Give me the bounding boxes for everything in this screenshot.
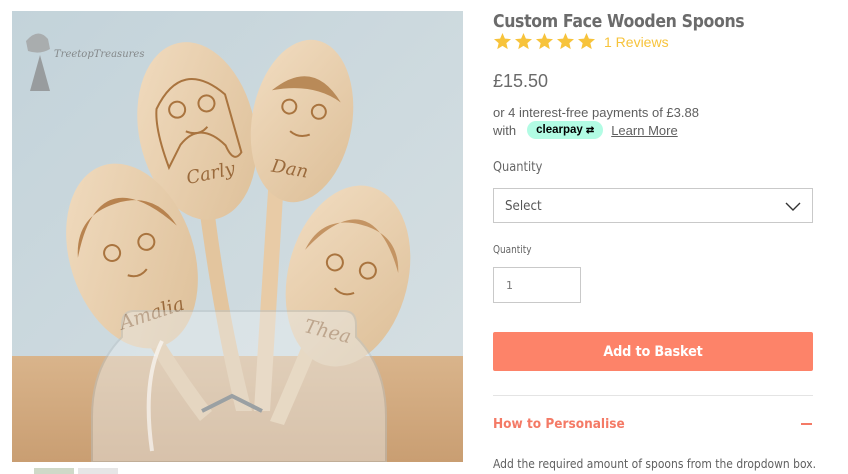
accordion-body: Add the required amount of spoons from t… [493,456,817,471]
clearpay-badge-label: clearpay [536,124,583,136]
add-to-basket-label: Add to Basket [603,343,703,360]
clearpay-with-label: with [493,122,517,138]
star-icon [557,33,574,50]
chevron-down-icon [785,202,801,211]
star-icon [515,33,532,50]
product-price: £15.50 [493,71,549,91]
glass-jar [91,310,387,462]
clearpay-row: with clearpay ⇄ Learn More [493,121,678,139]
clearpay-badge: clearpay ⇄ [527,121,604,139]
product-title: Custom Face Wooden Spoons [493,12,745,32]
quantity-input[interactable] [493,267,581,303]
add-to-basket-button[interactable]: Add to Basket [493,332,813,371]
star-icon [494,33,511,50]
quantity-select-value: Select [505,198,542,214]
product-image[interactable]: TreetopTreasures Carly Dan Amalia Thea [12,11,463,462]
quantity-label: Quantity [493,244,532,256]
accordion-title[interactable]: How to Personalise [493,416,625,432]
thumbnail-strip [34,468,124,474]
star-icon [578,33,595,50]
star-rating [493,33,596,50]
installments-text: or 4 interest-free payments of £3.88 [493,105,699,120]
clearpay-arrows-icon: ⇄ [585,124,595,136]
star-icon [536,33,553,50]
watermark-text: TreetopTreasures [54,49,144,60]
spoons-photo: TreetopTreasures Carly Dan Amalia Thea [12,11,463,462]
minus-icon[interactable] [801,423,812,425]
divider [493,395,813,396]
rating-row: 1 Reviews [493,33,669,50]
thumbnail-1[interactable] [34,468,74,474]
quantity-select-label: Quantity [493,160,543,175]
learn-more-link[interactable]: Learn More [611,123,677,138]
thumbnail-2[interactable] [78,468,118,474]
reviews-link[interactable]: 1 Reviews [604,34,669,50]
quantity-select[interactable]: Select [493,188,813,223]
